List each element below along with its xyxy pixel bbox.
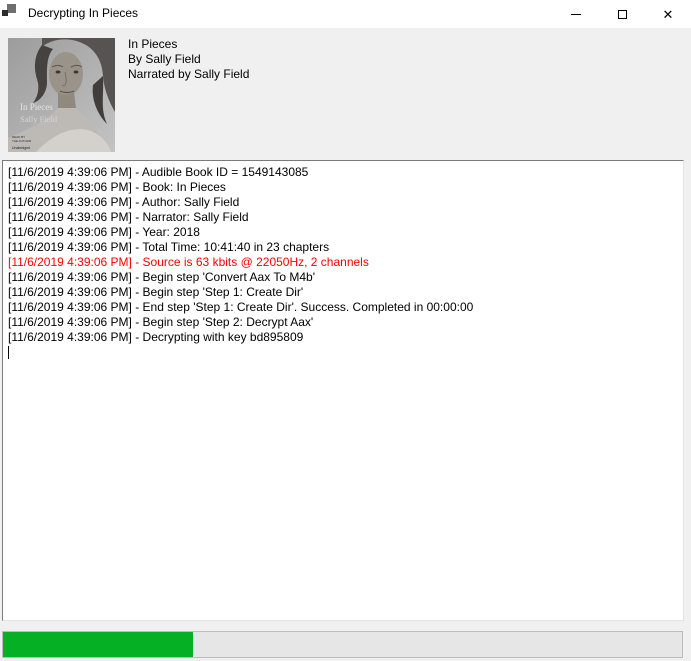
cover-author-text: Sally Field bbox=[20, 114, 58, 124]
progress-bar bbox=[2, 631, 683, 658]
log-line: [11/6/2019 4:39:06 PM] - Begin step 'Ste… bbox=[8, 315, 678, 330]
log-line: [11/6/2019 4:39:06 PM] - Begin step 'Con… bbox=[8, 270, 678, 285]
log-line: [11/6/2019 4:39:06 PM] - Narrator: Sally… bbox=[8, 210, 678, 225]
close-button[interactable]: ✕ bbox=[645, 0, 691, 28]
close-icon: ✕ bbox=[663, 8, 674, 21]
title-bar[interactable]: Decrypting In Pieces ✕ bbox=[0, 0, 691, 28]
book-cover-art: In Pieces Sally Field READ BY THE AUTHOR… bbox=[8, 38, 115, 152]
text-caret bbox=[8, 346, 9, 359]
minimize-button[interactable] bbox=[553, 0, 599, 28]
window-title: Decrypting In Pieces bbox=[28, 6, 138, 20]
book-author: By Sally Field bbox=[128, 52, 249, 67]
maximize-button[interactable] bbox=[599, 0, 645, 28]
log-line: [11/6/2019 4:39:06 PM] - End step 'Step … bbox=[8, 300, 678, 315]
minimize-icon bbox=[571, 14, 581, 15]
book-cover-image: In Pieces Sally Field READ BY THE AUTHOR… bbox=[8, 38, 115, 152]
cover-title-text: In Pieces bbox=[20, 102, 53, 112]
app-icon bbox=[2, 3, 16, 17]
log-line: [11/6/2019 4:39:06 PM] - Author: Sally F… bbox=[8, 195, 678, 210]
app-icon-square-small bbox=[2, 10, 8, 16]
cover-edition-text: Unabridged bbox=[12, 146, 30, 150]
progress-fill bbox=[3, 632, 193, 657]
cover-readby-line2: THE AUTHOR bbox=[12, 139, 32, 143]
log-line: [11/6/2019 4:39:06 PM] - Total Time: 10:… bbox=[8, 240, 678, 255]
book-meta: In Pieces By Sally Field Narrated by Sal… bbox=[128, 37, 249, 82]
maximize-icon bbox=[618, 10, 627, 19]
log-line: [11/6/2019 4:39:06 PM] - Begin step 'Ste… bbox=[8, 285, 678, 300]
log-line: [11/6/2019 4:39:06 PM] - Audible Book ID… bbox=[8, 165, 678, 180]
log-line: [11/6/2019 4:39:06 PM] - Year: 2018 bbox=[8, 225, 678, 240]
log-textbox[interactable]: [11/6/2019 4:39:06 PM] - Audible Book ID… bbox=[2, 160, 684, 621]
log-line: [11/6/2019 4:39:06 PM] - Decrypting with… bbox=[8, 330, 678, 345]
log-line: [11/6/2019 4:39:06 PM] - Book: In Pieces bbox=[8, 180, 678, 195]
caption-buttons: ✕ bbox=[553, 0, 691, 28]
log-line: [11/6/2019 4:39:06 PM] - Source is 63 kb… bbox=[8, 255, 678, 270]
book-title: In Pieces bbox=[128, 37, 249, 52]
book-narrator: Narrated by Sally Field bbox=[128, 67, 249, 82]
app-icon-square-big bbox=[7, 4, 16, 13]
log-caret-line bbox=[8, 345, 678, 360]
log-output: [11/6/2019 4:39:06 PM] - Audible Book ID… bbox=[8, 165, 678, 360]
